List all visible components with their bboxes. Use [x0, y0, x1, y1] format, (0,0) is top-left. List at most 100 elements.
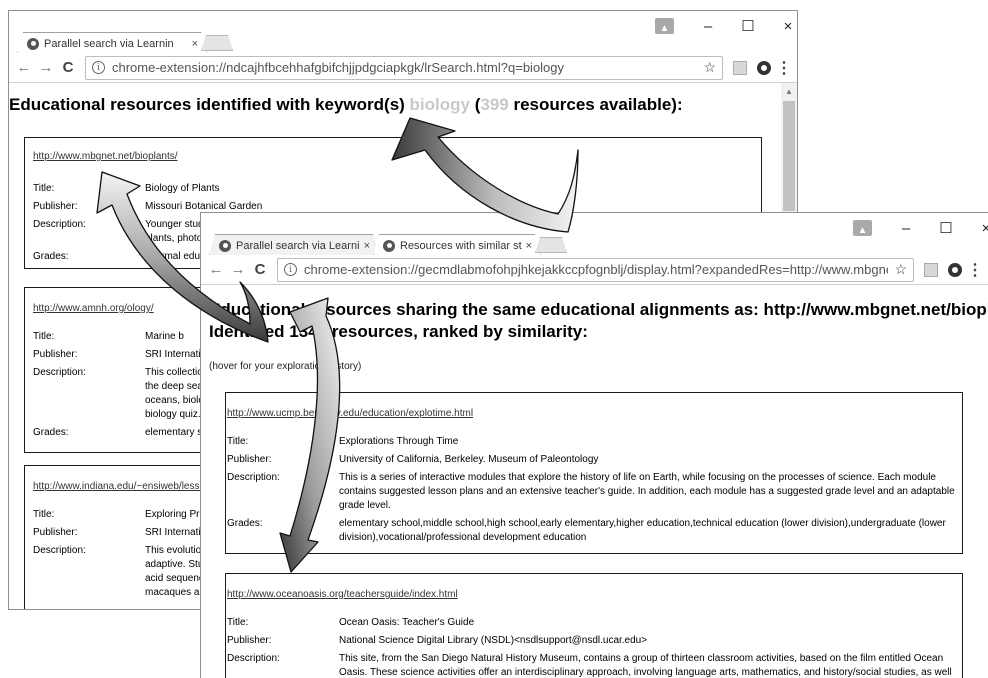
field-value: elementary school,middle school,high sch…	[339, 518, 946, 543]
field-label: Grades:	[227, 518, 263, 529]
heading-suffix: resources available):	[508, 95, 683, 114]
field-label: Description:	[33, 219, 86, 230]
tab-close-icon[interactable]: ×	[364, 240, 370, 252]
page-title: Educational resources sharing the same e…	[209, 300, 988, 319]
forward-button[interactable]: →	[35, 59, 57, 76]
field-label: Title:	[227, 617, 249, 628]
field-label: Publisher:	[33, 201, 78, 212]
page-content: Educational resources sharing the same e…	[201, 285, 988, 678]
resource-link[interactable]: http://www.mbgnet.net/bioplants/	[33, 150, 178, 164]
field-label: Grades:	[33, 427, 69, 438]
browser-toolbar: ← → C i chrome-extension://ndcajhfbcehha…	[9, 53, 797, 83]
page-subtitle: Identified 1345 resources, ranked by sim…	[209, 322, 588, 341]
field-row: Publisher: University of California, Berk…	[227, 453, 957, 467]
extension-icon[interactable]	[733, 60, 747, 75]
heading-paren: (	[469, 95, 481, 114]
new-tab-button[interactable]	[201, 35, 233, 51]
learning-registry-icon	[219, 240, 231, 252]
field-value: National Science Digital Library (NSDL)<…	[339, 635, 648, 646]
page-title: Educational resources identified with ke…	[9, 94, 683, 116]
learning-registry-icon	[383, 240, 395, 252]
address-bar[interactable]: i chrome-extension://gecmdlabmofohpjhkej…	[277, 257, 914, 282]
field-row: Grades: elementary school,middle school,h…	[227, 517, 957, 545]
title-bar: Parallel search via Learnin × ▲ – ☐ ×	[9, 11, 797, 51]
maximize-button[interactable]: ☐	[728, 17, 768, 35]
reload-button[interactable]: C	[57, 59, 79, 76]
field-label: Description:	[33, 367, 86, 378]
field-value: Ocean Oasis: Teacher's Guide	[339, 617, 475, 628]
minimize-button[interactable]: –	[886, 220, 926, 237]
bookmark-star-icon[interactable]: ☆	[697, 59, 722, 76]
url-text[interactable]: chrome-extension://gecmdlabmofohpjhkejak…	[304, 262, 888, 277]
new-tab-button[interactable]	[535, 237, 567, 253]
scroll-up-icon[interactable]: ▲	[785, 87, 793, 96]
maximize-button[interactable]: ☐	[926, 219, 966, 237]
field-label: Description:	[33, 545, 86, 556]
learning-registry-extension-icon[interactable]	[757, 60, 771, 75]
hover-hint: (hover for your exploration history)	[209, 361, 362, 372]
back-button[interactable]: ←	[205, 261, 227, 278]
tab-title: Parallel search via Learnin	[236, 239, 360, 252]
learning-registry-extension-icon[interactable]	[948, 262, 962, 277]
resource-card: http://www.oceanoasis.org/teachersguide/…	[225, 573, 963, 678]
field-label: Title:	[33, 183, 55, 194]
field-label: Publisher:	[33, 349, 78, 360]
user-profile-icon[interactable]: ▲	[853, 220, 872, 236]
scrollbar-thumb[interactable]	[783, 101, 795, 211]
chrome-menu-icon[interactable]: ⋮	[771, 58, 797, 78]
field-label: Publisher:	[227, 635, 272, 646]
field-row: Title: Ocean Oasis: Teacher's Guide	[227, 616, 957, 630]
close-button[interactable]: ×	[768, 18, 797, 35]
field-label: Title:	[227, 436, 249, 447]
field-value: This is a series of interactive modules …	[339, 472, 955, 511]
window-controls: ▲ – ☐ ×	[655, 17, 797, 35]
tab-title: Resources with similar st	[400, 239, 522, 252]
field-row: Description: This is a series of interact…	[227, 471, 957, 513]
resource-link[interactable]: http://www.ucmp.berkeley.edu/education/e…	[227, 407, 473, 421]
field-value: This site, from the San Diego Natural Hi…	[339, 653, 952, 678]
tab-close-icon[interactable]: ×	[192, 38, 198, 50]
field-label: Publisher:	[227, 454, 272, 465]
field-label: Title:	[33, 331, 55, 342]
address-bar[interactable]: i chrome-extension://ndcajhfbcehhafgbifc…	[85, 55, 723, 80]
field-value: University of California, Berkeley. Muse…	[339, 454, 599, 465]
learning-registry-icon	[27, 38, 39, 50]
field-label: Title:	[33, 509, 55, 520]
resource-count: 399	[480, 95, 509, 114]
resource-link[interactable]: http://www.indiana.edu/~ensiweb/lessi	[33, 480, 202, 494]
resource-link[interactable]: http://www.amnh.org/ology/	[33, 302, 154, 316]
field-value: Biology of Plants	[145, 183, 220, 194]
field-row: Publisher: National Science Digital Libra…	[227, 634, 957, 648]
field-row: Title: Biology of Plants	[33, 182, 753, 196]
similar-resources-window: Parallel search via Learnin × Resources …	[200, 212, 988, 678]
field-label: Grades:	[33, 251, 69, 262]
chrome-menu-icon[interactable]: ⋮	[962, 260, 988, 280]
user-profile-icon[interactable]: ▲	[655, 18, 674, 34]
browser-toolbar: ← → C i chrome-extension://gecmdlabmofoh…	[201, 255, 988, 285]
resource-link[interactable]: http://www.oceanoasis.org/teachersguide/…	[227, 588, 458, 602]
tab-close-icon[interactable]: ×	[526, 240, 532, 252]
tab-parallel-search[interactable]: Parallel search via Learnin ×	[17, 32, 207, 54]
back-button[interactable]: ←	[13, 59, 35, 76]
minimize-button[interactable]: –	[688, 18, 728, 35]
bookmark-star-icon[interactable]: ☆	[888, 261, 913, 278]
close-button[interactable]: ×	[966, 220, 988, 237]
url-text[interactable]: chrome-extension://ndcajhfbcehhafgbifchj…	[112, 60, 564, 75]
reload-button[interactable]: C	[249, 261, 271, 278]
field-value: Explorations Through Time	[339, 436, 459, 447]
tab-title: Parallel search via Learnin	[44, 37, 174, 50]
forward-button[interactable]: →	[227, 261, 249, 278]
tab-similar-resources[interactable]: Resources with similar st ×	[373, 234, 541, 256]
info-icon[interactable]: i	[92, 61, 105, 74]
extension-icon[interactable]	[924, 262, 938, 277]
tab-parallel-search[interactable]: Parallel search via Learnin ×	[209, 234, 379, 256]
resource-card: http://www.ucmp.berkeley.edu/education/e…	[225, 392, 963, 554]
keyword-highlight: biology	[409, 95, 470, 114]
title-bar: Parallel search via Learnin × Resources …	[201, 213, 988, 253]
field-label: Publisher:	[33, 527, 78, 538]
heading-text: Educational resources identified with ke…	[9, 95, 410, 114]
field-row: Title: Explorations Through Time	[227, 435, 957, 449]
field-label: Description:	[227, 472, 280, 483]
field-row: Description: This site, from the San Dieg…	[227, 652, 957, 678]
info-icon[interactable]: i	[284, 263, 297, 276]
